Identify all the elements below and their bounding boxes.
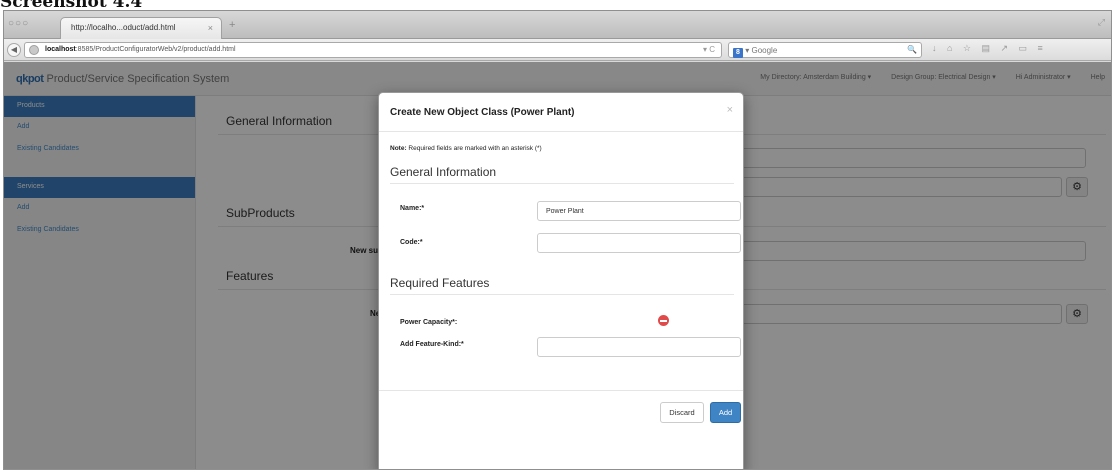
search-placeholder: ▾ Google: [745, 46, 778, 55]
site-identity-icon[interactable]: [29, 45, 39, 55]
close-icon[interactable]: ×: [727, 104, 733, 116]
window-controls-icon[interactable]: ○○○: [8, 18, 29, 29]
navigation-bar: ◀ localhost:8585/ProductConfiguratorWeb/…: [4, 39, 1111, 61]
add-feature-kind-label: Add Feature-Kind:*: [400, 341, 464, 348]
url-host: localhost: [45, 46, 76, 53]
name-label: Name:*: [400, 205, 425, 212]
reload-icon[interactable]: ▾ C: [703, 45, 715, 54]
page: Screenshot 4.4 ○○○ http://localho...oduc…: [0, 0, 1114, 470]
tab-title: http://localho...oduct/add.html: [71, 23, 176, 32]
tab-strip: ○○○ http://localho...oduct/add.html × + …: [4, 11, 1111, 39]
power-capacity-label: Power Capacity*:: [400, 319, 458, 326]
dialog-header: Create New Object Class (Power Plant) ×: [379, 93, 743, 132]
remove-icon[interactable]: [658, 315, 669, 326]
add-feature-kind-field[interactable]: [537, 337, 741, 357]
section-divider: [390, 183, 734, 184]
note-text: Required fields are marked with an aster…: [406, 145, 542, 152]
browser-window: ○○○ http://localho...oduct/add.html × + …: [3, 10, 1112, 470]
search-icon[interactable]: 🔍: [907, 45, 917, 54]
add-button[interactable]: Add: [710, 402, 741, 423]
code-field[interactable]: [537, 233, 741, 253]
browser-tab[interactable]: http://localho...oduct/add.html ×: [60, 17, 222, 39]
name-field[interactable]: [537, 201, 741, 221]
url-bar[interactable]: localhost:8585/ProductConfiguratorWeb/v2…: [24, 42, 722, 58]
dialog-section-required-features: Required Features: [390, 276, 490, 290]
url-path: :8585/ProductConfiguratorWeb/v2/product/…: [75, 46, 236, 53]
fullscreen-icon[interactable]: ⤢: [1098, 17, 1105, 28]
code-label: Code:*: [400, 239, 423, 246]
search-bar[interactable]: 8 ▾ Google 🔍: [728, 42, 922, 58]
tab-close-icon[interactable]: ×: [208, 23, 213, 33]
toolbar-icons[interactable]: ↓ ⌂ ☆ ▤ ↗ ▭ ≡: [932, 43, 1047, 54]
discard-button[interactable]: Discard: [660, 402, 704, 423]
section-divider: [390, 294, 734, 295]
required-fields-note: Note: Required fields are marked with an…: [390, 145, 542, 152]
note-label: Note:: [390, 145, 407, 152]
dialog-footer-divider: [379, 390, 743, 391]
dialog-section-general-information: General Information: [390, 165, 497, 179]
search-engine-icon[interactable]: 8: [733, 48, 743, 58]
create-object-class-dialog: Create New Object Class (Power Plant) × …: [378, 92, 744, 469]
back-button[interactable]: ◀: [7, 43, 21, 57]
dialog-title: Create New Object Class (Power Plant): [390, 107, 575, 118]
new-tab-button[interactable]: +: [229, 19, 235, 31]
web-page: qkpot Product/Service Specification Syst…: [4, 62, 1111, 469]
